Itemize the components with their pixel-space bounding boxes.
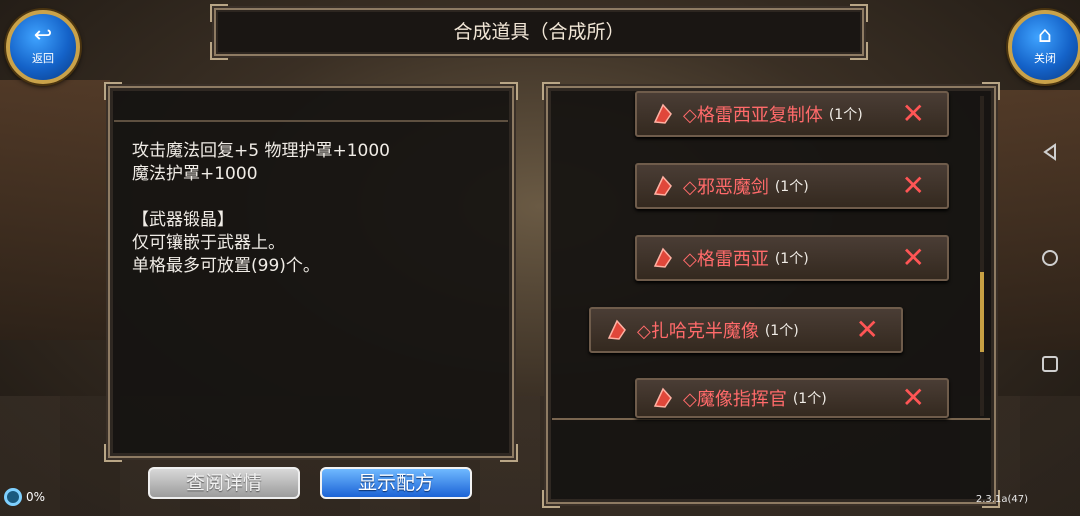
material-count: (1个): [774, 179, 809, 195]
battery-ring-icon: [4, 488, 22, 506]
battery-status: 0%: [4, 488, 45, 506]
back-button[interactable]: ↩ 返回: [6, 10, 80, 84]
nav-back-icon[interactable]: [1040, 142, 1060, 162]
close-button-label: 关闭: [1034, 52, 1056, 65]
scrollbar-thumb[interactable]: [980, 272, 984, 352]
red-crystal-icon: [653, 103, 672, 124]
material-name: ◇格雷西亚复制体: [683, 105, 823, 126]
background-shelf-left: [0, 80, 110, 340]
item-description-panel: 攻击魔法回复+5 物理护罩+1000 魔法护罩+1000 【武器锻晶】 仅可镶嵌…: [104, 82, 518, 462]
material-item[interactable]: ◇邪恶魔剑 (1个) ✕: [635, 163, 949, 209]
red-crystal-icon: [607, 319, 626, 340]
material-item[interactable]: ◇格雷西亚复制体 (1个) ✕: [635, 91, 949, 137]
material-name: ◇格雷西亚: [683, 249, 769, 270]
material-count: (1个): [828, 107, 863, 123]
close-button[interactable]: ⌂ 关闭: [1008, 10, 1080, 84]
material-name: ◇魔像指挥官: [683, 389, 787, 410]
view-details-button[interactable]: 查阅详情: [148, 467, 300, 499]
remove-icon[interactable]: ✕: [902, 172, 925, 200]
material-name: ◇扎哈克半魔像: [637, 321, 759, 342]
material-item[interactable]: ◇扎哈克半魔像 (1个) ✕: [589, 307, 903, 353]
nav-recents-icon[interactable]: [1040, 354, 1060, 374]
material-count: (1个): [792, 391, 827, 407]
item-description-text: 攻击魔法回复+5 物理护罩+1000 魔法护罩+1000 【武器锻晶】 仅可镶嵌…: [132, 141, 390, 276]
nav-home-icon[interactable]: [1040, 248, 1060, 268]
remove-icon[interactable]: ✕: [856, 316, 879, 344]
material-list-scrollbar[interactable]: [980, 96, 984, 416]
back-button-label: 返回: [32, 52, 54, 65]
red-crystal-icon: [653, 175, 672, 196]
page-title: 合成道具（合成所）: [210, 4, 868, 60]
remove-icon[interactable]: ✕: [902, 244, 925, 272]
material-name: ◇邪恶魔剑: [683, 177, 769, 198]
material-list-panel: [542, 82, 1000, 508]
return-arrow-icon: ↩: [33, 23, 53, 48]
background-shelf-right: [990, 90, 1080, 350]
remove-icon[interactable]: ✕: [902, 100, 925, 128]
material-item[interactable]: ◇格雷西亚 (1个) ✕: [635, 235, 949, 281]
version-label: 2.3.1a(47): [975, 494, 1028, 505]
material-count: (1个): [764, 323, 799, 339]
show-recipe-button[interactable]: 显示配方: [320, 467, 472, 499]
home-icon: ⌂: [1038, 23, 1052, 48]
material-count: (1个): [774, 251, 809, 267]
material-item[interactable]: ◇魔像指挥官 (1个) ✕: [635, 378, 949, 418]
battery-percent: 0%: [26, 490, 46, 504]
red-crystal-icon: [653, 387, 672, 408]
red-crystal-icon: [653, 247, 672, 268]
remove-icon[interactable]: ✕: [902, 384, 925, 412]
page-title-text: 合成道具（合成所）: [453, 21, 625, 43]
